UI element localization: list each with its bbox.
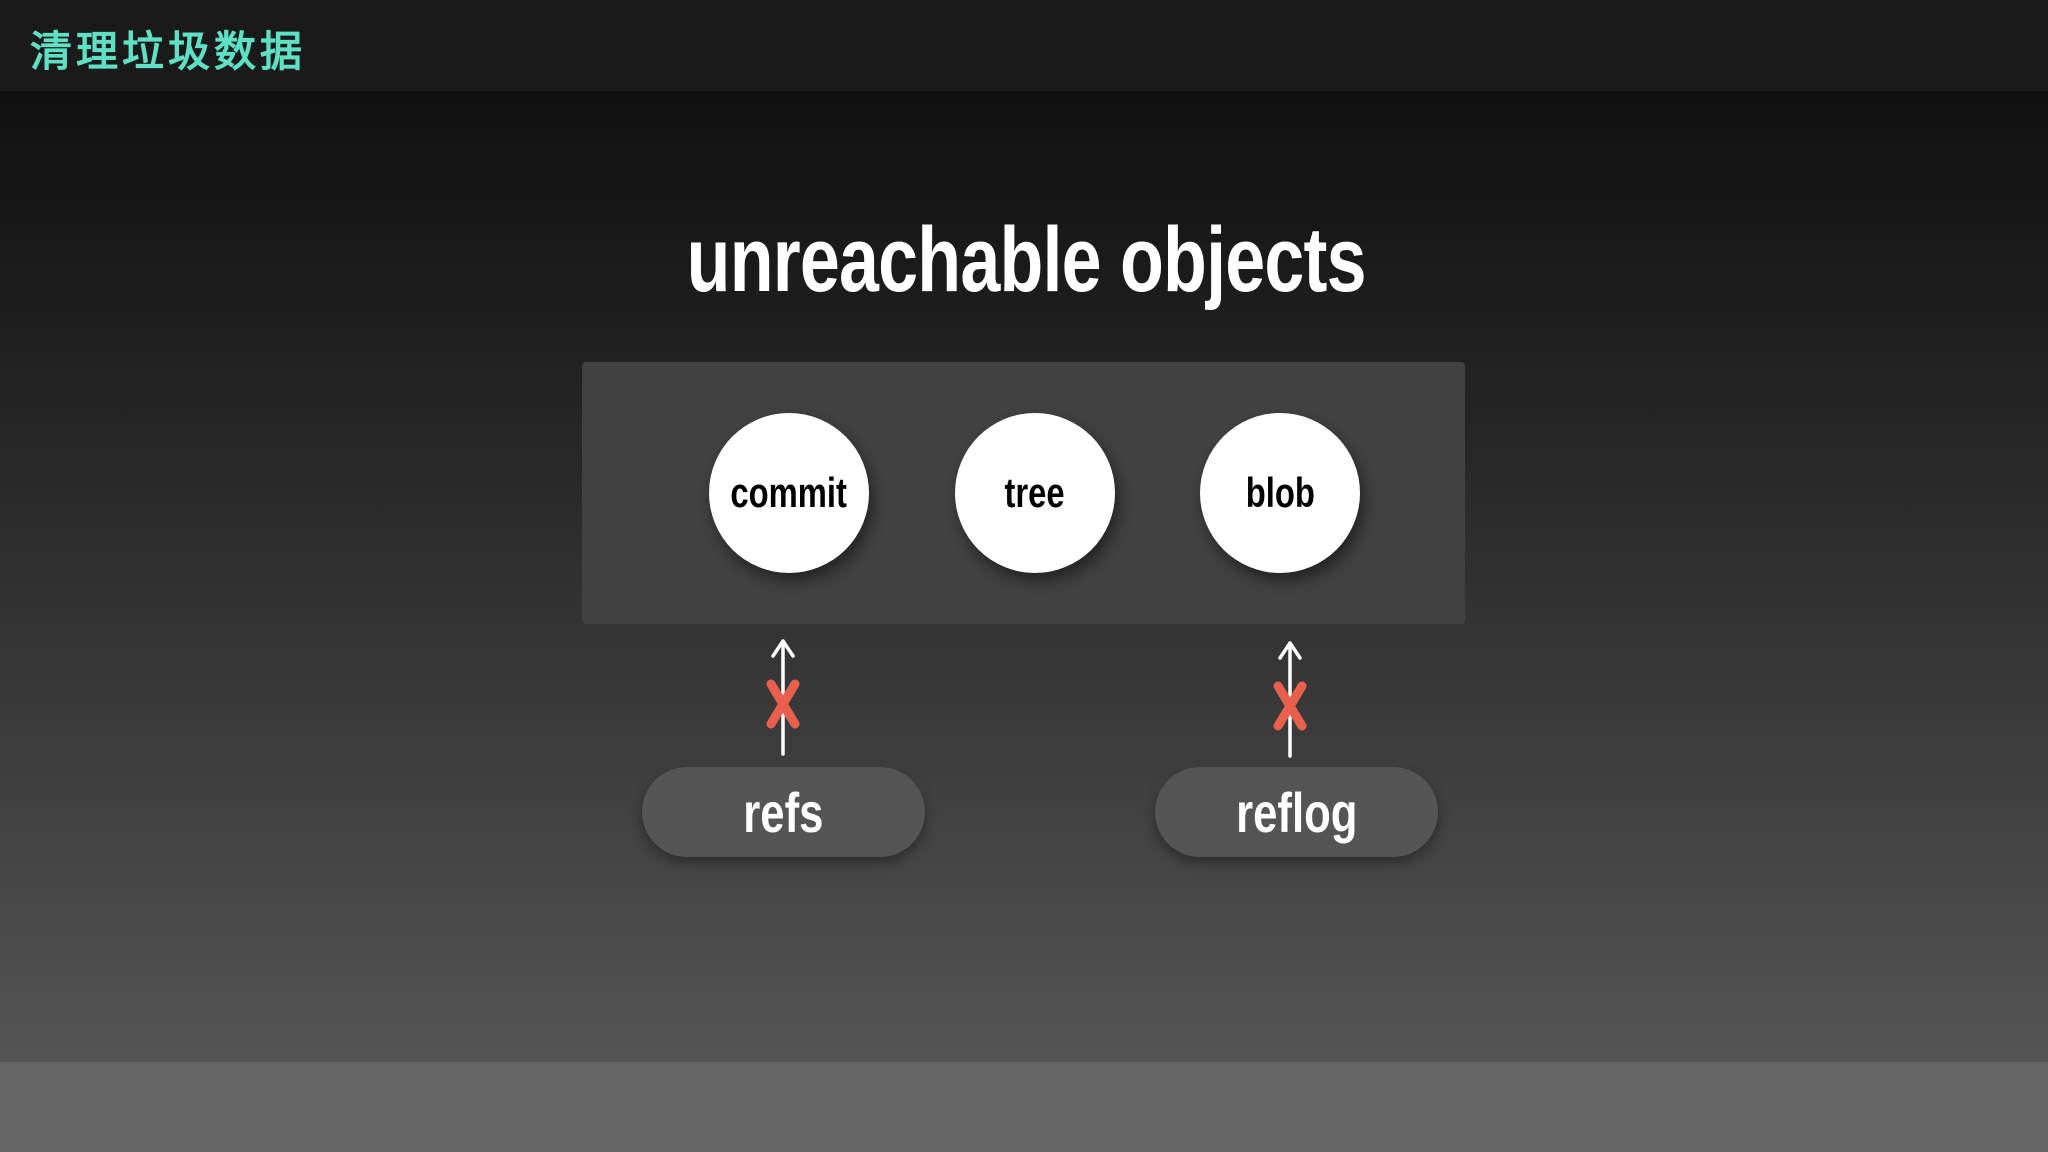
refs-broken-link bbox=[766, 639, 800, 756]
bottom-band bbox=[0, 1062, 2048, 1152]
refs-label: refs bbox=[743, 780, 824, 844]
blob-node-label: blob bbox=[1245, 469, 1315, 516]
refs-pill: refs bbox=[642, 767, 925, 857]
tree-node-label: tree bbox=[1004, 469, 1066, 516]
reflog-pill: reflog bbox=[1155, 767, 1438, 857]
commit-node: commit bbox=[709, 413, 869, 573]
blob-node: blob bbox=[1200, 413, 1360, 573]
reflog-broken-link bbox=[1273, 641, 1307, 758]
objects-container: commit tree blob bbox=[582, 362, 1465, 624]
section-title: 清理垃圾数据 bbox=[30, 27, 307, 76]
slide-title: unreachable objects bbox=[686, 209, 1367, 311]
tree-node: tree bbox=[955, 413, 1115, 573]
header-bar: 清理垃圾数据 bbox=[0, 0, 2048, 91]
commit-node-label: commit bbox=[730, 469, 848, 516]
reflog-label: reflog bbox=[1235, 780, 1358, 844]
